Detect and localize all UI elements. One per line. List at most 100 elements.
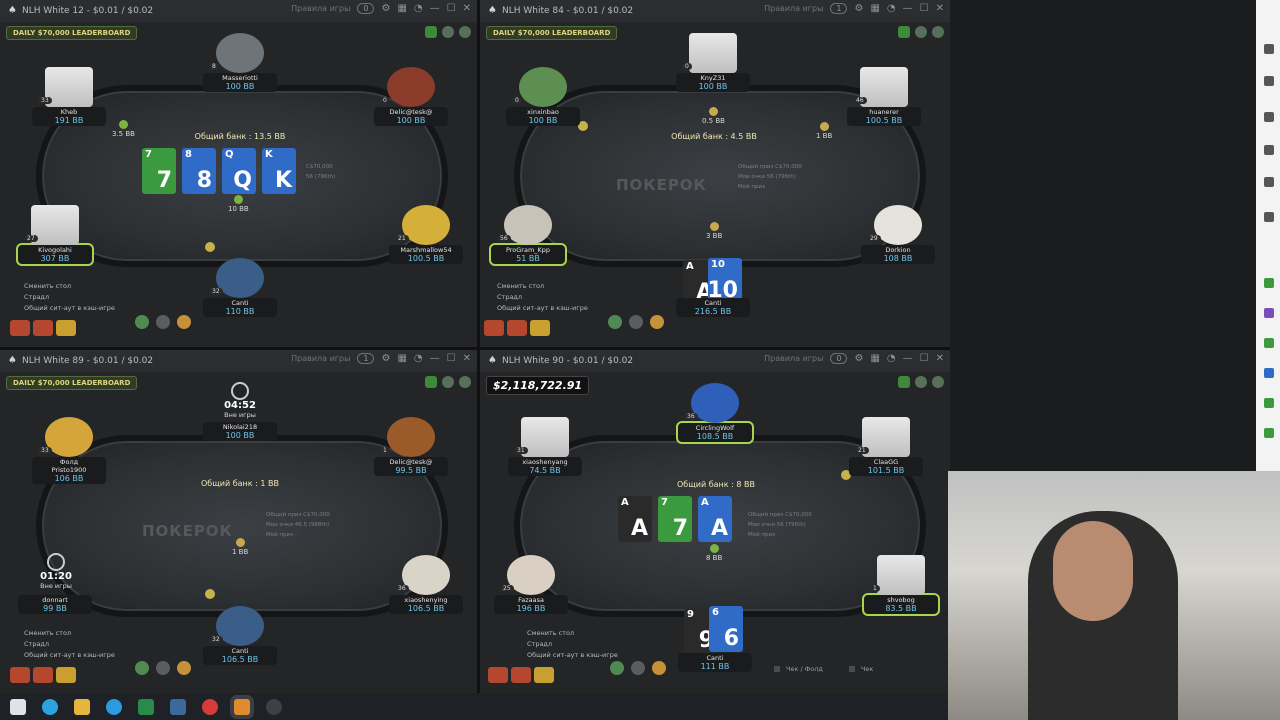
info-icon[interactable] — [442, 376, 454, 388]
chat-icon[interactable]: ◔ — [887, 353, 896, 364]
hero-seat[interactable]: 32 Canti 110 BB — [203, 258, 277, 317]
player-seat[interactable]: 33 Фолд Pristo1900 106 BB — [32, 417, 106, 484]
chat-bubble-icon[interactable] — [156, 315, 170, 329]
player-seat[interactable]: 21 Marshmallow54 100.5 BB — [389, 205, 463, 264]
player-seat[interactable]: 0 xinxinbao 100 BB — [506, 67, 580, 126]
back-icon[interactable] — [1264, 44, 1274, 54]
app-icon[interactable] — [1264, 308, 1274, 318]
rules-link[interactable]: Правила игры — [291, 354, 350, 363]
leaderboard-banner[interactable]: DAILY $70,000 LEADERBOARD — [6, 26, 138, 40]
heart-icon[interactable] — [1264, 177, 1274, 187]
straddle-toggle[interactable]: Страдл — [497, 292, 588, 303]
chat-icon[interactable]: ◔ — [887, 3, 896, 14]
excel-icon[interactable] — [138, 698, 154, 715]
telegram-icon[interactable] — [42, 698, 58, 715]
layout-grid-icon[interactable]: ▦ — [397, 353, 406, 364]
minimize-icon[interactable]: — — [430, 3, 440, 14]
chip-icon[interactable] — [135, 661, 149, 675]
maximize-icon[interactable]: ☐ — [920, 3, 929, 14]
change-table-link[interactable]: Сменить стол — [497, 281, 588, 292]
minimize-icon[interactable]: — — [903, 3, 913, 14]
change-table-link[interactable]: Сменить стол — [527, 628, 618, 639]
app-icon[interactable] — [1264, 278, 1274, 288]
settings-icon[interactable] — [932, 26, 944, 38]
rules-link[interactable]: Правила игры — [764, 354, 823, 363]
player-seat[interactable]: 1 Delic@tesk@ 99.5 BB — [374, 417, 448, 476]
chat-bubble-icon[interactable] — [156, 661, 170, 675]
sitout-toggle[interactable]: Общий сит-аут в кэш-игре — [24, 650, 115, 661]
windows-start-icon[interactable] — [10, 698, 26, 715]
player-seat[interactable]: 36 CirclingWolf 108.5 BB — [676, 383, 754, 444]
player-seat[interactable]: donnart 99 BB — [18, 595, 92, 614]
hero-seat[interactable]: Canti 216.5 BB — [676, 298, 750, 317]
player-seat[interactable]: 56 ProGram_Kpp 51 BB — [489, 205, 567, 266]
info-icon[interactable] — [442, 26, 454, 38]
app-icon[interactable] — [1264, 428, 1274, 438]
rules-link[interactable]: Правила игры — [764, 4, 823, 13]
sitout-toggle[interactable]: Общий сит-аут в кэш-игре — [527, 650, 618, 661]
info-icon[interactable] — [915, 376, 927, 388]
close-icon[interactable]: ✕ — [463, 3, 471, 14]
player-seat[interactable]: 0 Delic@tesk@ 100 BB — [374, 67, 448, 126]
player-seat[interactable]: 33 Kheb 191 BB — [32, 67, 106, 126]
tab-icon[interactable] — [1264, 145, 1274, 155]
minimize-icon[interactable]: — — [430, 353, 440, 364]
minimize-icon[interactable]: — — [903, 353, 913, 364]
app-icon[interactable] — [1264, 368, 1274, 378]
settings-icon[interactable] — [459, 26, 471, 38]
player-seat[interactable]: 29 Dorkion 108 BB — [861, 205, 935, 264]
close-icon[interactable]: ✕ — [463, 353, 471, 364]
chat-icon[interactable]: ◔ — [414, 353, 423, 364]
settings-gear-icon[interactable]: ⚙ — [854, 3, 863, 14]
rules-link[interactable]: Правила игры — [291, 4, 350, 13]
player-seat[interactable]: 21 ClaaGG 101.5 BB — [849, 417, 923, 476]
app-icon[interactable] — [1264, 338, 1274, 348]
chat-icon[interactable]: ◔ — [414, 3, 423, 14]
change-table-link[interactable]: Сменить стол — [24, 281, 115, 292]
settings-icon[interactable] — [266, 698, 282, 715]
hero-seat[interactable]: 32 Canti 106.5 BB — [203, 606, 277, 665]
player-seat[interactable]: 36 xiaoshenying 106.5 BB — [389, 555, 463, 614]
hero-seat[interactable]: Canti 111 BB — [678, 653, 752, 672]
settings-icon[interactable] — [459, 376, 471, 388]
edge-icon[interactable] — [106, 698, 122, 715]
player-seat[interactable]: 27 Kivogolahi 307 BB — [16, 205, 94, 266]
straddle-toggle[interactable]: Страдл — [527, 639, 618, 650]
layout-grid-icon[interactable]: ▦ — [870, 353, 879, 364]
emoji-icon[interactable] — [177, 315, 191, 329]
chat-bubble-icon[interactable] — [631, 661, 645, 675]
layout-grid-icon[interactable]: ▦ — [397, 3, 406, 14]
change-table-link[interactable]: Сменить стол — [24, 628, 115, 639]
menu-icon[interactable] — [898, 26, 910, 38]
folder-icon[interactable] — [74, 698, 90, 715]
steam-icon[interactable] — [170, 698, 186, 715]
menu-icon[interactable] — [425, 26, 437, 38]
emoji-icon[interactable] — [652, 661, 666, 675]
straddle-toggle[interactable]: Страдл — [24, 639, 115, 650]
player-seat[interactable]: 0 KnyZ31 100 BB — [676, 33, 750, 92]
player-seat[interactable]: 31 xiaoshenyang 74.5 BB — [508, 417, 582, 476]
settings-icon[interactable] — [932, 376, 944, 388]
maximize-icon[interactable]: ☐ — [447, 353, 456, 364]
emoji-icon[interactable] — [177, 661, 191, 675]
leaderboard-banner[interactable]: DAILY $70,000 LEADERBOARD — [486, 26, 618, 40]
settings-gear-icon[interactable]: ⚙ — [854, 353, 863, 364]
sitout-toggle[interactable]: Общий сит-аут в кэш-игре — [497, 303, 588, 314]
yandex-icon[interactable] — [202, 698, 218, 715]
chat-bubble-icon[interactable] — [629, 315, 643, 329]
settings-gear-icon[interactable]: ⚙ — [381, 353, 390, 364]
player-seat[interactable]: 8 Masseriotti 100 BB — [203, 33, 277, 92]
maximize-icon[interactable]: ☐ — [447, 3, 456, 14]
home-icon[interactable] — [1264, 112, 1274, 122]
player-seat[interactable]: 46 huanerer 100.5 BB — [847, 67, 921, 126]
check-checkbox[interactable]: Чек — [849, 665, 873, 673]
settings-gear-icon[interactable]: ⚙ — [381, 3, 390, 14]
chip-icon[interactable] — [610, 661, 624, 675]
straddle-toggle[interactable]: Страдл — [24, 292, 115, 303]
sitout-toggle[interactable]: Общий сит-аут в кэш-игре — [24, 303, 115, 314]
app-icon[interactable] — [1264, 398, 1274, 408]
maximize-icon[interactable]: ☐ — [920, 353, 929, 364]
menu-icon[interactable] — [898, 376, 910, 388]
info-icon[interactable] — [915, 26, 927, 38]
leaderboard-banner[interactable]: DAILY $70,000 LEADERBOARD — [6, 376, 138, 390]
